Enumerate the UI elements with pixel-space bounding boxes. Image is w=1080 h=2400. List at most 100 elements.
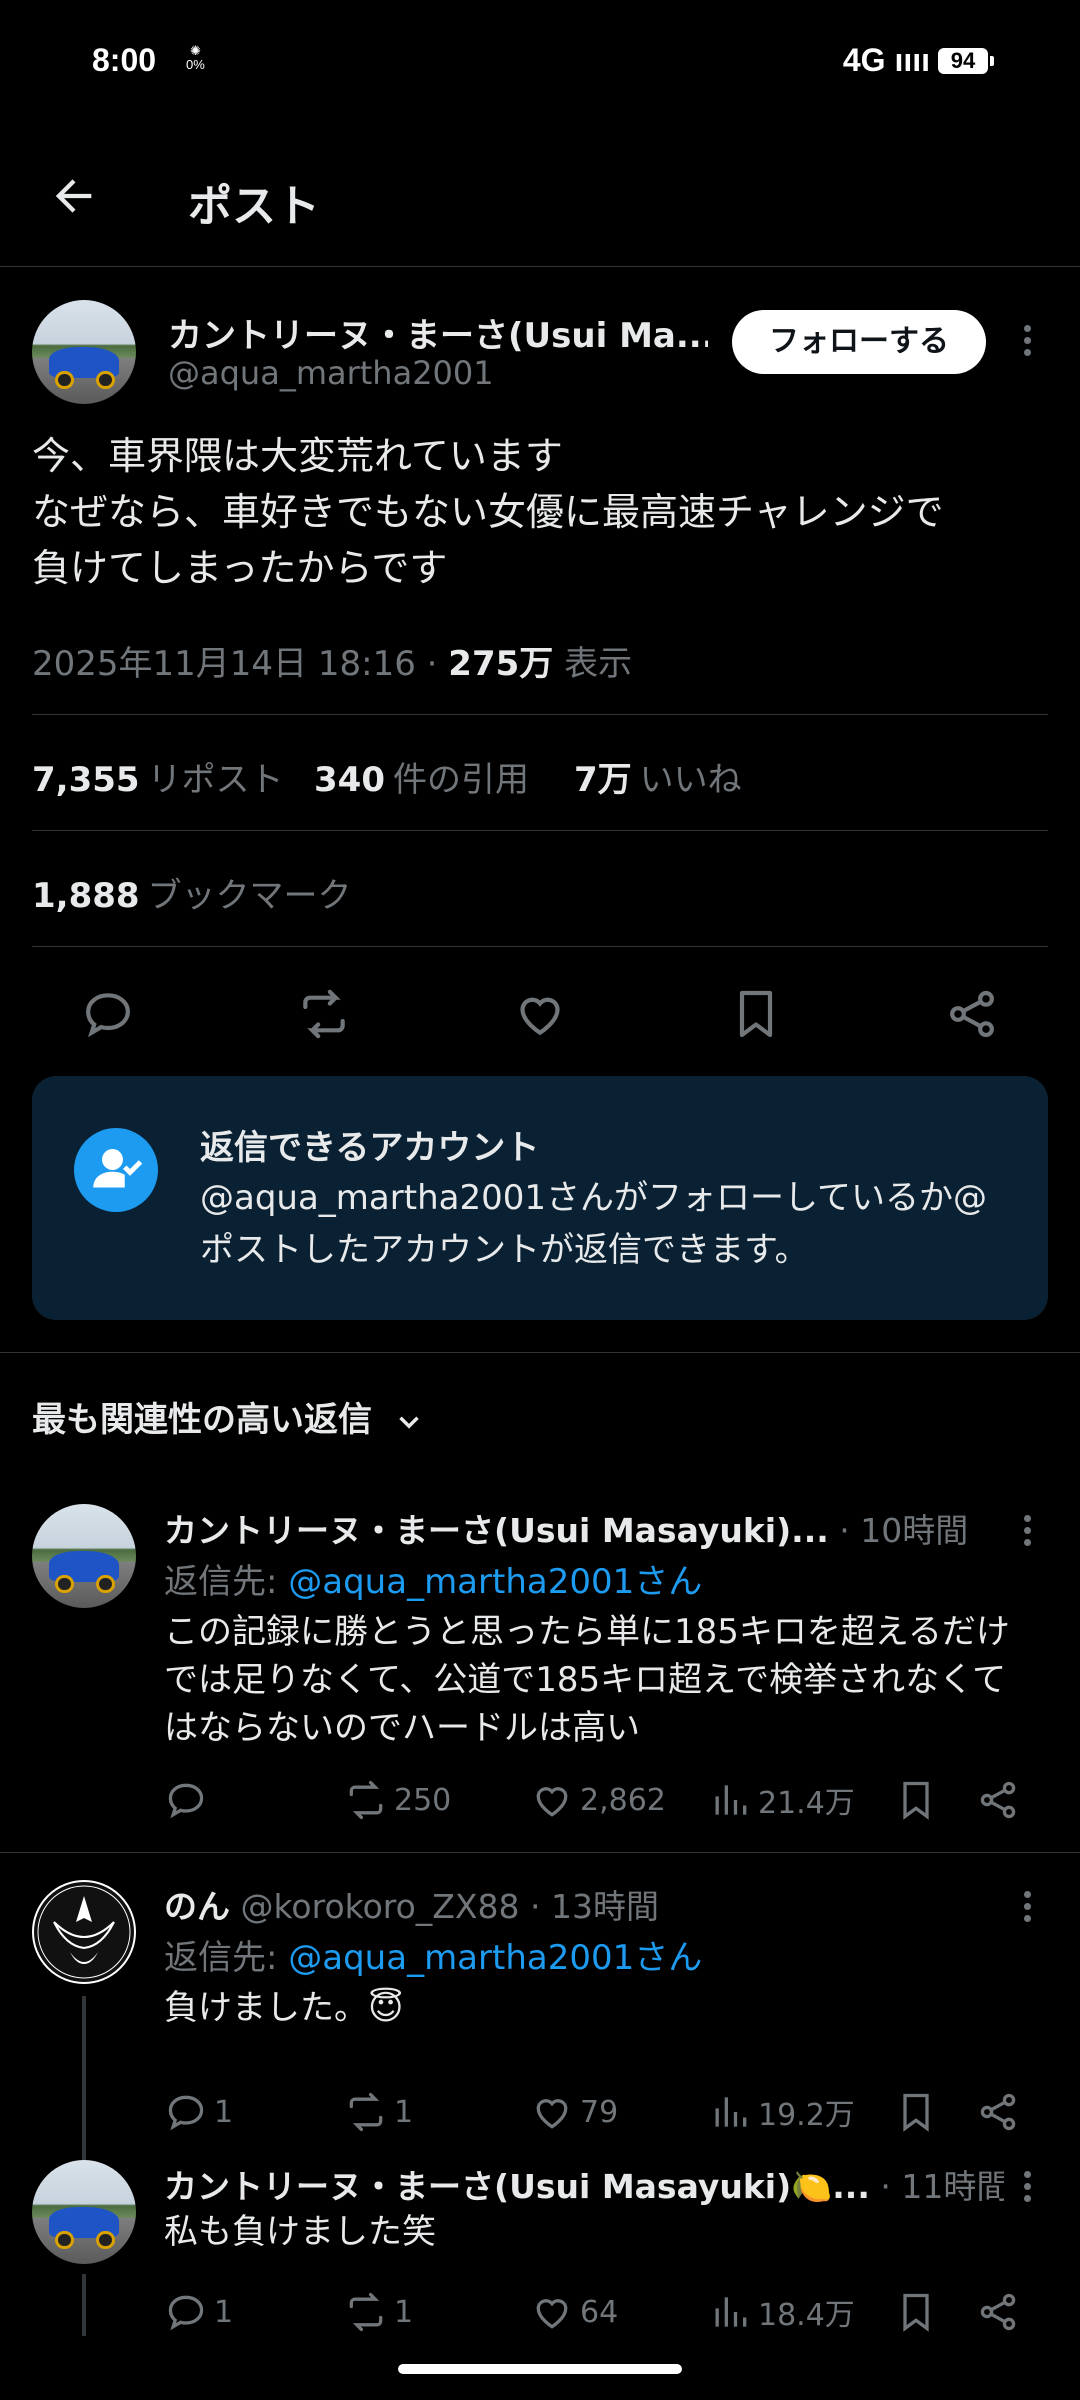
reply-views-button[interactable]: 21.4万 [708, 1770, 855, 1830]
reply-author-name[interactable]: カントリーヌ・まーさ(Usui Masayuki)... [164, 1511, 829, 1550]
reply-restriction-line: @aqua_martha2001さんがフォローしているか@ [200, 1178, 987, 1218]
repost-icon [349, 2092, 383, 2132]
reply-share-button[interactable] [976, 2082, 1020, 2142]
reply-restriction-card: 返信できるアカウント @aqua_martha2001さんがフォローしているか@… [32, 1076, 1048, 1320]
back-arrow-icon[interactable] [48, 170, 100, 222]
battery-icon: 94 [938, 48, 994, 74]
bookmark-icon [903, 2093, 929, 2132]
reply-text: この記録に勝とうと思ったら単に185キロを超えるだけ では足りなくて、公道で18… [164, 1608, 1044, 1752]
reply-time: · 10時間 [828, 1511, 969, 1550]
author-handle[interactable]: @aqua_martha2001 [168, 354, 494, 392]
reply-restriction-line: ポストしたアカウントが返信できます。 [200, 1230, 809, 1270]
reply-like-button[interactable]: 2,862 [530, 1770, 666, 1830]
post-text-line: 負けてしまったからです [32, 546, 448, 590]
reply-repost-button[interactable]: 1 [344, 2282, 413, 2342]
reply-to-prefix: 返信先: [164, 1938, 289, 1978]
reply-share-button[interactable] [976, 1770, 1020, 1830]
reply-item[interactable]: カントリーヌ・まーさ(Usui Masayuki)... · 10時間 返信先:… [0, 1500, 1080, 1852]
post-text: 今、車界隈は大変荒れています なぜなら、車好きでもない女優に最高速チャレンジで … [32, 428, 1052, 596]
reply-actions: 1 1 64 18.4万 [164, 2282, 1044, 2342]
reply-like-button[interactable]: 79 [530, 2082, 618, 2142]
reply-bookmark-button[interactable] [894, 2282, 938, 2342]
reply-bookmark-button[interactable] [894, 1770, 938, 1830]
reply-item[interactable]: のん @korokoro_ZX88 · 13時間 返信先: @aqua_mart… [0, 1876, 1080, 2194]
follow-button[interactable]: フォローする [732, 310, 986, 374]
reply-divider [0, 1852, 1080, 1853]
reply-reply-button[interactable]: 1 [164, 2282, 233, 2342]
status-gear-glyph: ✺ [189, 43, 201, 58]
reply-bookmark-button[interactable] [894, 2082, 938, 2142]
reply-to-prefix: 返信先: [164, 1562, 289, 1602]
reply-time: · 11時間 [869, 2167, 1004, 2206]
post-text-line: なぜなら、車好きでもない女優に最高速チャレンジで [32, 490, 944, 534]
likes-stat[interactable]: 7万 いいね [574, 752, 742, 801]
divider [32, 946, 1048, 947]
reply-repost-button[interactable]: 1 [344, 2082, 413, 2142]
more-options-icon[interactable] [1012, 320, 1042, 360]
reply-text: 負けました。😇 [164, 1988, 404, 2028]
reply-views-button[interactable]: 18.4万 [708, 2282, 855, 2342]
divider [32, 714, 1048, 715]
reply-to-link[interactable]: @aqua_martha2001さん [288, 1562, 702, 1602]
reply-header: のん @korokoro_ZX88 · 13時間 [164, 1880, 1004, 1928]
reply-icon [168, 2295, 204, 2331]
like-heart-icon[interactable] [512, 986, 568, 1042]
reply-more-options-icon[interactable] [1012, 2166, 1042, 2206]
reply-views-count: 19.2万 [758, 2098, 855, 2133]
reply-more-options-icon[interactable] [1012, 1886, 1042, 1926]
reposts-stat[interactable]: 7,355 リポスト [32, 752, 284, 801]
reply-icon[interactable] [80, 986, 136, 1042]
post-views-label: 表示 [564, 644, 633, 684]
reply-like-button[interactable]: 64 [530, 2282, 618, 2342]
section-divider [0, 1352, 1080, 1353]
reply-item[interactable]: カントリーヌ・まーさ(Usui Masayuki)🍋... · 11時間 私も負… [0, 2156, 1080, 2346]
reply-likes-count: 2,862 [580, 1782, 666, 1818]
repost-icon [349, 1780, 383, 1820]
quotes-stat[interactable]: 340 件の引用 [314, 752, 529, 801]
reply-text-line: では足りなくて、公道で185キロ超えで検挙されなくて [164, 1660, 1007, 1700]
reply-avatar[interactable] [32, 2160, 136, 2264]
bookmark-icon[interactable] [728, 986, 784, 1042]
reply-views-button[interactable]: 19.2万 [708, 2082, 855, 2142]
bookmarks-stat[interactable]: 1,888 ブックマーク [32, 868, 352, 917]
reply-sort-label: 最も関連性の高い返信 [32, 1400, 372, 1440]
reply-restriction-body: @aqua_martha2001さんがフォローしているか@ ポストしたアカウント… [200, 1172, 1030, 1276]
reply-time: · 13時間 [519, 1887, 659, 1926]
reply-author-name[interactable]: カントリーヌ・まーさ(Usui Masayuki)🍋... [164, 2167, 870, 2206]
reply-header: カントリーヌ・まーさ(Usui Masayuki)... · 10時間 [164, 1504, 1004, 1552]
share-icon[interactable] [944, 986, 1000, 1042]
reply-to-line: 返信先: @aqua_martha2001さん [164, 1930, 702, 1979]
reply-reply-button[interactable]: 1 [164, 2082, 233, 2142]
reply-to-line: 返信先: @aqua_martha2001さん [164, 1554, 702, 1603]
reply-actions: 250 2,862 21.4万 [164, 1770, 1044, 1830]
post-views-count[interactable]: 275万 [448, 644, 553, 684]
author-avatar[interactable] [32, 300, 136, 404]
reply-avatar[interactable] [32, 1504, 136, 1608]
repost-icon[interactable] [296, 986, 352, 1042]
quotes-label: 件の引用 [392, 760, 529, 800]
reply-repost-button[interactable]: 250 [344, 1770, 451, 1830]
share-icon [980, 2293, 1016, 2331]
like-heart-icon [536, 2099, 568, 2129]
reply-author-handle[interactable]: @korokoro_ZX88 [230, 1887, 519, 1926]
reply-author-name[interactable]: のん [164, 1887, 230, 1926]
quotes-count: 340 [314, 760, 385, 800]
reply-avatar[interactable] [32, 1880, 136, 1984]
reply-restriction-title: 返信できるアカウント [200, 1128, 540, 1168]
reply-more-options-icon[interactable] [1012, 1510, 1042, 1550]
reply-reply-button[interactable] [164, 1770, 208, 1830]
reply-replies-count: 1 [214, 2294, 234, 2330]
reply-reposts-count: 1 [394, 2094, 414, 2130]
top-bar: ポスト [0, 140, 1080, 267]
home-indicator[interactable] [398, 2364, 682, 2374]
views-chart-icon [715, 1785, 747, 1815]
reply-sort-dropdown[interactable]: 最も関連性の高い返信 [32, 1392, 426, 1441]
reply-to-link[interactable]: @aqua_martha2001さん [288, 1938, 702, 1978]
reply-share-button[interactable] [976, 2282, 1020, 2342]
reply-likes-count: 64 [580, 2294, 619, 2330]
reply-views-count: 21.4万 [758, 1786, 855, 1821]
author-name[interactable]: カントリーヌ・まーさ(Usui Ma... [168, 308, 708, 357]
reply-icon [168, 1783, 204, 1819]
status-time: 8:00 [92, 42, 157, 78]
bookmarks-count: 1,888 [32, 876, 140, 916]
